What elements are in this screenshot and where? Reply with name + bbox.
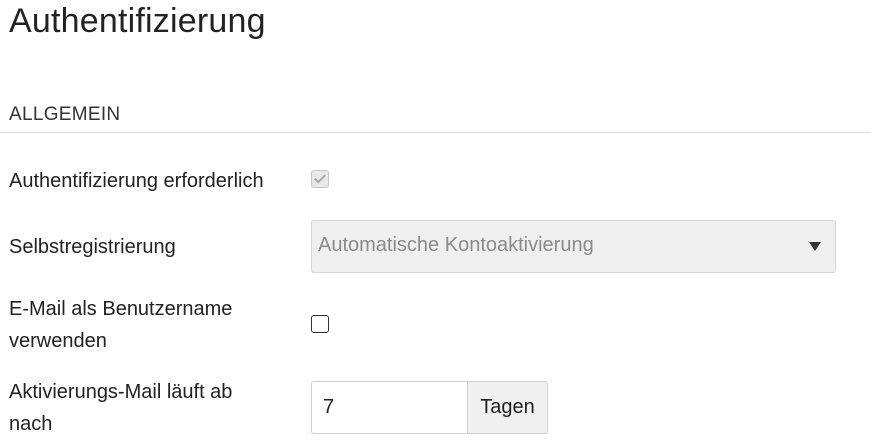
self-registration-label: Selbstregistrierung	[9, 236, 176, 258]
self-registration-select[interactable]: Automatische Kontoaktivierung	[311, 220, 836, 273]
auth-required-checkbox[interactable]	[311, 170, 329, 188]
activation-mail-expiry-label-line2: nach	[9, 413, 53, 435]
activation-mail-expiry-input[interactable]	[311, 381, 468, 434]
chevron-down-icon	[809, 242, 821, 251]
section-header-general: ALLGEMEIN	[9, 104, 121, 125]
email-as-username-label-line2: verwenden	[9, 330, 107, 352]
email-as-username-label-line1: E-Mail als Benutzername	[9, 298, 233, 320]
activation-mail-expiry-unit-addon: Tagen	[467, 381, 548, 434]
auth-required-label: Authentifizierung erforderlich	[9, 170, 264, 192]
page-title: Authentifizierung	[9, 2, 266, 40]
checkmark-icon	[313, 171, 327, 184]
self-registration-selected-value: Automatische Kontoaktivierung	[318, 234, 594, 256]
activation-mail-expiry-label-line1: Aktivierungs-Mail läuft ab	[9, 381, 233, 403]
section-divider	[0, 132, 871, 133]
authentication-settings-page: Authentifizierung ALLGEMEIN Authentifizi…	[0, 0, 871, 448]
email-as-username-checkbox[interactable]	[311, 315, 329, 333]
